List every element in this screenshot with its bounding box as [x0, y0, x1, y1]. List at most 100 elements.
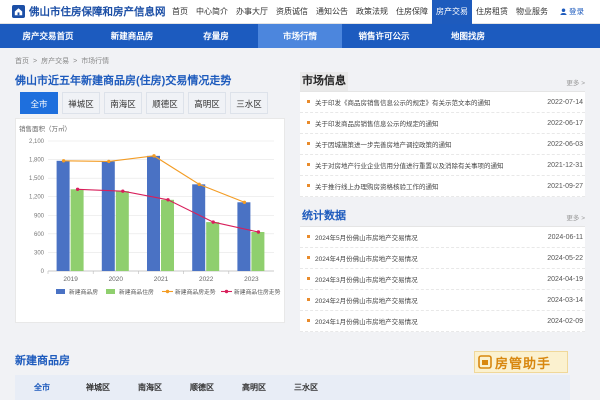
item-date: 2024-02-09: [547, 317, 583, 325]
legend-label: 新建商品房走势: [175, 288, 216, 296]
line-point: [121, 189, 125, 193]
topnav-rental[interactable]: 住房租赁: [472, 0, 512, 24]
line-point: [242, 200, 247, 204]
topnav-credit[interactable]: 资质诚信: [272, 0, 312, 24]
district-tabs: 全市 禅城区 南海区 顺德区 高明区 三水区: [20, 92, 268, 114]
info-column: 市场信息 更多 > 关于印发《商品房销售信息公示的规定》有关示范文本的通知 202…: [300, 70, 585, 332]
statistics-more-link[interactable]: 更多 >: [566, 212, 585, 226]
item-title[interactable]: 2024年4月份佛山市房地产交易情况: [307, 253, 418, 263]
legend-label: 新建商品住房走势: [234, 288, 281, 296]
market-info-title: 市场信息: [300, 72, 348, 91]
district-tab-chancheng[interactable]: 禅城区: [62, 92, 100, 114]
subnav-map-search[interactable]: 地图找房: [426, 24, 510, 48]
breadcrumb-trade[interactable]: 房产交易: [41, 58, 69, 65]
assistant-icon: [478, 355, 492, 369]
new-house-district-tabs: 全市 禅城区 南海区 顺德区 高明区 三水区: [15, 375, 570, 400]
item-date: 2024-06-11: [547, 233, 583, 241]
district-tab-nanhai[interactable]: 南海区: [104, 92, 142, 114]
x-tick-label: 2023: [244, 276, 259, 283]
item-date: 2021-12-31: [547, 161, 583, 169]
statistics-list: 2024年5月份佛山市房地产交易情况 2024-06-11 2024年4月份佛山市…: [300, 227, 585, 332]
topnav-property-service[interactable]: 物业服务: [512, 0, 552, 24]
item-title[interactable]: 关于印发商品房销售信息公示的规定的通知: [307, 118, 439, 128]
statistics-header: 统计数据 更多 >: [300, 205, 585, 227]
district-tab-sanshui[interactable]: 三水区: [230, 92, 268, 114]
new-house-tab-all[interactable]: 全市: [28, 375, 80, 400]
top-header: 佛山市住房保障和房产信息网 首页 中心简介 办事大厅 资质诚信 通知公告 政策法…: [0, 0, 600, 24]
subnav-trade-home[interactable]: 房产交易首页: [6, 24, 90, 48]
topnav-about[interactable]: 中心简介: [192, 0, 232, 24]
item-title[interactable]: 2024年3月份佛山市房地产交易情况: [307, 274, 418, 284]
sub-nav: 房产交易首页 新建商品房 存量房 市场行情 销售许可公示 地图找房: [0, 24, 600, 48]
topnav-property-trade[interactable]: 房产交易: [432, 0, 472, 24]
item-date: 2024-04-19: [547, 275, 583, 283]
legend-label: 新建商品房: [69, 288, 98, 296]
new-house-tab-gaoming[interactable]: 高明区: [236, 375, 288, 400]
topnav-home[interactable]: 首页: [168, 0, 192, 24]
y-tick-label: 1,200: [29, 195, 45, 201]
new-house-tab-chancheng[interactable]: 禅城区: [80, 375, 132, 400]
item-title[interactable]: 关于印发《商品房销售信息公示的规定》有关示范文本的通知: [307, 97, 491, 107]
district-tab-gaoming[interactable]: 高明区: [188, 92, 226, 114]
user-icon: [560, 8, 567, 15]
item-title[interactable]: 2024年5月份佛山市房地产交易情况: [307, 232, 418, 242]
y-tick-label: 2,100: [29, 139, 45, 145]
subnav-existing-house[interactable]: 存量房: [174, 24, 258, 48]
login-link[interactable]: 登录: [560, 6, 584, 17]
item-title[interactable]: 关于因城施策进一步完善房地产调控政策的通知: [307, 139, 452, 149]
bar-new-residential: [161, 199, 174, 271]
item-title[interactable]: 关于推行线上办理购房资格核验工作的通知: [307, 181, 439, 191]
topnav-notice[interactable]: 通知公告: [312, 0, 352, 24]
line-point: [197, 182, 201, 187]
trend-chart-panel: 佛山市近五年新建商品房(住房)交易情况走势 全市 禅城区 南海区 顺德区 高明区…: [15, 70, 285, 326]
site-logo[interactable]: 佛山市住房保障和房产信息网: [0, 4, 168, 19]
topnav-service-hall[interactable]: 办事大厅: [232, 0, 272, 24]
topnav-housing-security[interactable]: 住房保障: [392, 0, 432, 24]
x-tick-label: 2020: [109, 276, 124, 283]
item-title[interactable]: 2024年1月份佛山市房地产交易情况: [307, 316, 418, 326]
list-item[interactable]: 关于印发《商品房销售信息公示的规定》有关示范文本的通知 2022-07-14: [300, 92, 585, 113]
line-point: [75, 187, 80, 191]
bar-new-residential: [115, 191, 129, 271]
bar-new-residential: [251, 232, 265, 271]
list-item[interactable]: 2024年1月份佛山市房地产交易情况 2024-02-09: [300, 311, 585, 332]
legend-swatch: [56, 289, 65, 294]
subnav-new-house[interactable]: 新建商品房: [90, 24, 174, 48]
line-point: [256, 230, 261, 234]
district-tab-all[interactable]: 全市: [20, 92, 58, 114]
line-point: [166, 198, 170, 202]
x-tick-label: 2019: [63, 276, 78, 283]
list-item[interactable]: 关于因城施策进一步完善房地产调控政策的通知 2022-06-03: [300, 134, 585, 155]
new-house-tab-nanhai[interactable]: 南海区: [132, 375, 184, 400]
y-tick-label: 300: [34, 250, 45, 256]
list-item[interactable]: 2024年4月份佛山市房地产交易情况 2024-05-22: [300, 248, 585, 269]
subnav-sales-permit[interactable]: 销售许可公示: [342, 24, 426, 48]
item-title[interactable]: 2024年2月份佛山市房地产交易情况: [307, 295, 418, 305]
trend-chart: 销售面积（万㎡） 0 300 600 900 1,200 1,500 1,800 2,100 20…: [19, 124, 281, 296]
list-item[interactable]: 2024年3月份佛山市房地产交易情况 2024-04-19: [300, 269, 585, 290]
list-item[interactable]: 关于对房地产行业企业信用分值进行重置以及消除有关事项的通知 2021-12-31: [300, 155, 585, 176]
bar-new-commercial: [101, 161, 115, 271]
legend-swatch: [106, 289, 115, 294]
item-title[interactable]: 关于对房地产行业企业信用分值进行重置以及消除有关事项的通知: [307, 160, 504, 170]
line-point: [107, 159, 111, 164]
list-item[interactable]: 2024年5月份佛山市房地产交易情况 2024-06-11: [300, 227, 585, 248]
list-item[interactable]: 2024年2月份佛山市房地产交易情况 2024-03-14: [300, 290, 585, 311]
new-house-tab-shunde[interactable]: 顺德区: [184, 375, 236, 400]
breadcrumb-home[interactable]: 首页: [15, 58, 29, 65]
assistant-label: 房管助手: [495, 355, 552, 371]
list-item[interactable]: 关于印发商品房销售信息公示的规定的通知 2022-06-17: [300, 113, 585, 134]
list-item[interactable]: 关于推行线上办理购房资格核验工作的通知 2021-09-27: [300, 176, 585, 197]
new-house-tab-sanshui[interactable]: 三水区: [288, 375, 340, 400]
statistics-title: 统计数据: [302, 210, 346, 222]
top-nav: 首页 中心简介 办事大厅 资质诚信 通知公告 政策法规 住房保障 房产交易 住房…: [168, 0, 552, 24]
district-tab-shunde[interactable]: 顺德区: [146, 92, 184, 114]
housing-assistant-button[interactable]: 房管助手: [474, 351, 568, 373]
market-info-more-link[interactable]: 更多 >: [566, 77, 585, 91]
market-info-header: 市场信息 更多 >: [300, 70, 585, 92]
breadcrumb: 首页 > 房产交易 > 市场行情: [15, 58, 110, 65]
legend-label: 新建商品住房: [119, 288, 154, 296]
subnav-market[interactable]: 市场行情: [258, 24, 342, 48]
line-point: [152, 154, 156, 158]
topnav-policy[interactable]: 政策法规: [352, 0, 392, 24]
